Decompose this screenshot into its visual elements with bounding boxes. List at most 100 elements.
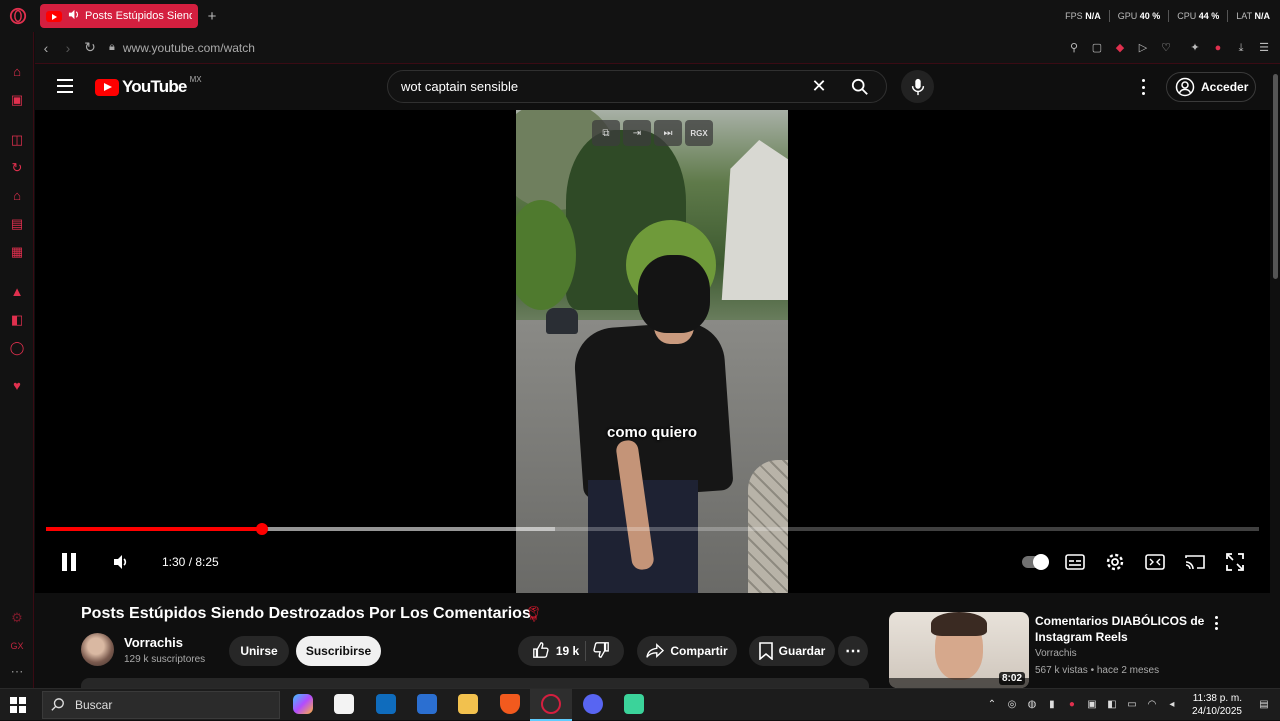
fullscreen-icon[interactable] bbox=[1223, 550, 1247, 574]
voice-search-icon[interactable] bbox=[901, 70, 934, 103]
recommended-channel[interactable]: Vorrachis bbox=[1035, 648, 1077, 659]
join-button[interactable]: Unirse bbox=[229, 636, 289, 666]
save-button[interactable]: Guardar bbox=[749, 636, 835, 666]
reload-icon[interactable]: ↻ bbox=[79, 39, 101, 56]
twitch-icon[interactable]: ◧ bbox=[9, 312, 25, 328]
clock[interactable]: 11:38 p. m. 24/10/2025 bbox=[1192, 692, 1242, 718]
discord-icon[interactable] bbox=[583, 694, 603, 714]
messenger-icon[interactable]: ▦ bbox=[9, 244, 25, 260]
home-icon[interactable]: ⌂ bbox=[9, 64, 25, 80]
vpn-shield-icon[interactable]: ◆ bbox=[1114, 42, 1126, 54]
heart-icon[interactable]: ♥ bbox=[9, 378, 25, 394]
exit-icon[interactable]: ⇥ bbox=[623, 120, 651, 146]
logo-wordmark: YouTube bbox=[122, 77, 187, 96]
file-explorer-icon[interactable] bbox=[458, 694, 478, 714]
opera-tray-icon[interactable]: ● bbox=[1066, 699, 1078, 711]
more-actions-icon[interactable]: ⋯ bbox=[838, 636, 868, 666]
search-input[interactable]: wot captain sensible bbox=[401, 79, 804, 94]
gx-corner-icon[interactable]: ◫ bbox=[9, 132, 25, 148]
address-toolbar: ⚲ ▢ ◆ ▷ ♡ ✦ ● ⤓ ☰ bbox=[1068, 42, 1270, 54]
rgx-button[interactable]: RGX bbox=[685, 120, 713, 146]
recommendation-menu-icon[interactable] bbox=[1210, 616, 1222, 630]
tab-youtube-video[interactable]: Posts Estúpidos Siend bbox=[40, 4, 198, 28]
windows-start-icon[interactable] bbox=[10, 697, 26, 713]
settings-icon[interactable]: ⚙ bbox=[9, 610, 25, 626]
easy-setup-icon[interactable]: ☰ bbox=[1258, 42, 1270, 54]
youtube-logo[interactable]: YouTube MX bbox=[95, 75, 202, 97]
gx-cleaner-icon[interactable]: ⌂ bbox=[9, 188, 25, 204]
chevron-up-icon[interactable]: ⌃ bbox=[986, 699, 998, 711]
wifi-icon[interactable]: ◠ bbox=[1146, 699, 1158, 711]
subtitles-icon[interactable] bbox=[1063, 550, 1087, 574]
gx-icon[interactable]: GX bbox=[9, 638, 25, 654]
download-icon[interactable]: ⤓ bbox=[1235, 42, 1247, 54]
taskbar-search[interactable]: Buscar bbox=[42, 691, 280, 719]
video-player[interactable]: ⧉ ⇥ ⏭ RGX como quiero 1:30 / 8:25 bbox=[35, 110, 1270, 593]
settings-menu-icon[interactable] bbox=[1135, 77, 1151, 97]
pause-button[interactable] bbox=[57, 550, 81, 574]
popout-icon[interactable]: ⧉ bbox=[592, 120, 620, 146]
extensions-icon[interactable]: ✦ bbox=[1189, 42, 1201, 54]
whatsapp-icon[interactable]: ◯ bbox=[9, 340, 25, 356]
channel-name[interactable]: Vorrachis bbox=[124, 635, 183, 650]
battery-icon[interactable]: ▭ bbox=[1126, 699, 1138, 711]
news-icon[interactable]: ▤ bbox=[9, 216, 25, 232]
bookmark-heart-icon[interactable]: ♡ bbox=[1160, 42, 1172, 54]
volume-tray-icon[interactable]: ◂ bbox=[1166, 699, 1178, 711]
store-icon[interactable] bbox=[334, 694, 354, 714]
skip-icon[interactable]: ⏭ bbox=[654, 120, 682, 146]
speaker-icon[interactable] bbox=[68, 9, 79, 23]
url-field[interactable]: 🔒︎ www.youtube.com/watch bbox=[109, 41, 255, 55]
gamepad-icon[interactable]: ▣ bbox=[9, 92, 25, 108]
progress-bar[interactable] bbox=[46, 523, 1259, 535]
search-icon[interactable] bbox=[834, 71, 886, 102]
snapshot-icon[interactable]: ▢ bbox=[1091, 42, 1103, 54]
search-box[interactable]: wot captain sensible ✕ bbox=[387, 70, 887, 103]
video-frame[interactable]: ⧉ ⇥ ⏭ RGX como quiero bbox=[516, 110, 788, 593]
new-tab-button[interactable]: + bbox=[204, 8, 220, 25]
video-popout-icon[interactable]: ▷ bbox=[1137, 42, 1149, 54]
recommended-video-thumbnail[interactable]: 8:02 bbox=[889, 612, 1029, 688]
back-icon[interactable]: ‹ bbox=[35, 40, 57, 56]
word-icon[interactable] bbox=[417, 694, 437, 714]
share-button[interactable]: Compartir bbox=[637, 636, 737, 666]
copilot-icon[interactable] bbox=[293, 694, 313, 714]
more-icon[interactable]: ⋯ bbox=[9, 664, 25, 680]
tray-app-4-icon[interactable]: ◧ bbox=[1106, 699, 1118, 711]
usb-icon[interactable]: ▮ bbox=[1046, 699, 1058, 711]
autoplay-toggle[interactable] bbox=[1022, 554, 1049, 570]
clear-search-icon[interactable]: ✕ bbox=[804, 76, 834, 97]
brave-icon[interactable] bbox=[500, 694, 520, 714]
opera-gx-taskbar-icon[interactable] bbox=[541, 694, 561, 714]
gx-control-icon[interactable]: ↻ bbox=[9, 160, 25, 176]
theater-mode-icon[interactable] bbox=[1143, 550, 1167, 574]
gear-icon[interactable] bbox=[1103, 550, 1127, 574]
pin-icon[interactable]: ⚲ bbox=[1068, 42, 1080, 54]
dislike-icon[interactable] bbox=[592, 641, 610, 662]
outlook-icon[interactable] bbox=[376, 694, 396, 714]
scrubber-handle[interactable] bbox=[255, 523, 268, 535]
notifications-icon[interactable]: ▤ bbox=[1258, 699, 1270, 711]
music-icon[interactable]: ▲ bbox=[9, 284, 25, 300]
windows-taskbar: Buscar ⌃ ◎ ◍ ▮ ● ▣ ◧ ▭ ◠ ◂ 11:38 p. m. 2… bbox=[0, 688, 1280, 721]
subscribe-button[interactable]: Suscribirse bbox=[296, 636, 381, 666]
recommended-video-title[interactable]: Comentarios DIABÓLICOS de Instagram Reel… bbox=[1035, 613, 1205, 645]
volume-icon[interactable] bbox=[109, 550, 133, 574]
cast-icon[interactable] bbox=[1183, 550, 1207, 574]
tray-app-3-icon[interactable]: ▣ bbox=[1086, 699, 1098, 711]
tray-app-icon[interactable]: ◎ bbox=[1006, 699, 1018, 711]
like-count[interactable]: 19 k bbox=[556, 644, 579, 658]
guide-menu-icon[interactable] bbox=[57, 79, 73, 93]
app-icon[interactable] bbox=[624, 694, 644, 714]
description-box[interactable] bbox=[81, 678, 869, 688]
forward-icon[interactable]: › bbox=[57, 40, 79, 56]
like-icon[interactable] bbox=[532, 641, 550, 662]
opera-gx-logo-icon[interactable] bbox=[0, 0, 36, 32]
sign-in-button[interactable]: Acceder bbox=[1166, 72, 1256, 102]
page-scrollbar[interactable] bbox=[1271, 64, 1280, 688]
stat-latency: LAT N/A bbox=[1236, 11, 1270, 21]
stat-gpu: GPU 40 % bbox=[1117, 11, 1161, 21]
channel-avatar[interactable] bbox=[81, 633, 114, 666]
tray-app-2-icon[interactable]: ◍ bbox=[1026, 699, 1038, 711]
profile-icon[interactable]: ● bbox=[1212, 42, 1224, 54]
